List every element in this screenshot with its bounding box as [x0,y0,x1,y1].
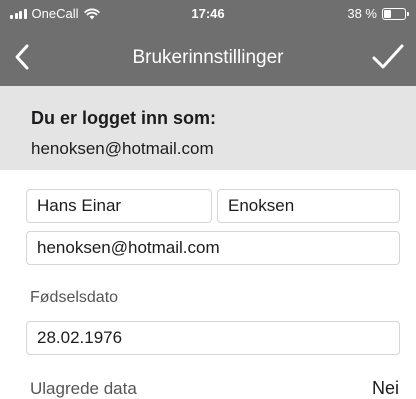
logged-in-heading: Du er logget inn som: [31,108,217,128]
logged-in-email: henoksen@hotmail.com [31,139,214,158]
logged-in-section: Du er logget inn som: henoksen@hotmail.c… [0,86,416,170]
page-title: Brukerinnstillinger [132,47,284,68]
birthdate-label: Fødselsdato [30,289,119,306]
unsaved-data-label: Ulagrede data [30,379,137,398]
unsaved-data-value: Nei [371,378,399,398]
status-right: 38 % [347,6,409,21]
done-button[interactable] [370,40,406,74]
checkmark-icon [372,44,404,69]
battery-fill [384,9,392,18]
nav-bar: Brukerinnstillinger [0,28,416,86]
birthdate-input[interactable] [26,321,400,355]
first-name-input[interactable] [26,189,212,223]
status-bar: OneCall 17:46 38 % [0,0,416,28]
email-input[interactable] [26,231,400,265]
battery-percent: 38 % [347,6,377,21]
battery-icon [382,7,409,20]
last-name-input[interactable] [217,189,400,223]
